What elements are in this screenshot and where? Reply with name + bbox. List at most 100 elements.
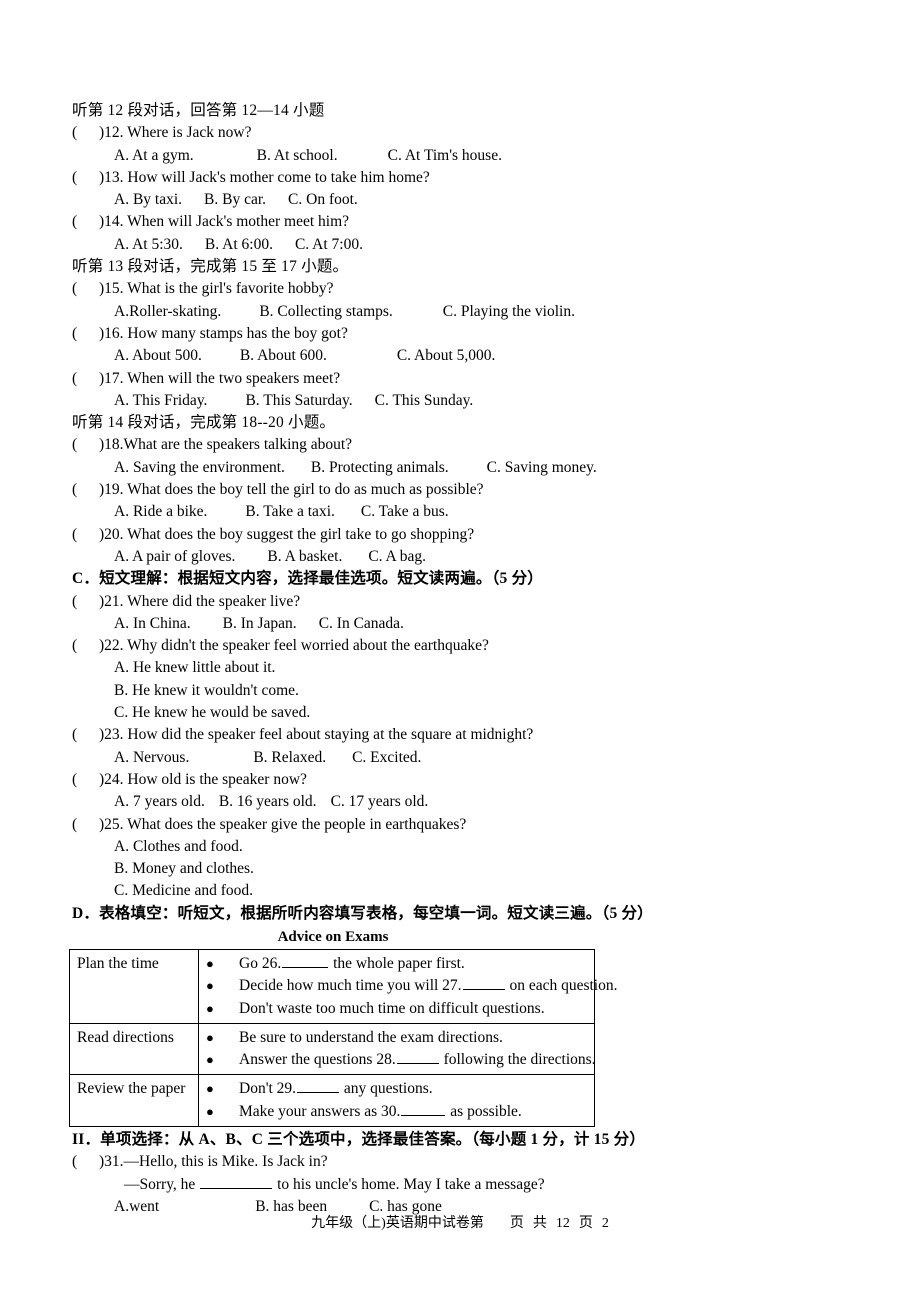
option-b[interactable]: B. By car. bbox=[182, 189, 266, 211]
option-a[interactable]: A. In China. bbox=[114, 613, 191, 635]
option-a[interactable]: A. By taxi. bbox=[114, 189, 182, 211]
item-text-before: Decide how much time you will 27. bbox=[239, 977, 462, 995]
question-14-stem: ()14. When will Jack's mother meet him? bbox=[72, 211, 862, 233]
question-23-options: A. Nervous. B. Relaxed. C. Excited. bbox=[72, 747, 862, 769]
option-a[interactable]: A. 7 years old. bbox=[114, 791, 205, 813]
option-b[interactable]: B. Protecting animals. bbox=[285, 457, 449, 479]
question-15-stem: ()15. What is the girl's favorite hobby? bbox=[72, 278, 862, 300]
row-items-read-directions: ● Be sure to understand the exam directio… bbox=[198, 1022, 596, 1076]
answer-blank-30[interactable] bbox=[401, 1101, 446, 1116]
question-25-option-b[interactable]: B. Money and clothes. bbox=[72, 858, 862, 880]
option-c[interactable]: C. A bag. bbox=[342, 546, 426, 568]
answer-paren-open: ( bbox=[72, 815, 78, 833]
option-c[interactable]: C. Take a bus. bbox=[335, 501, 449, 523]
option-c[interactable]: C. In Canada. bbox=[297, 613, 404, 635]
answer-blank-26[interactable] bbox=[282, 953, 329, 968]
item-text-after: following the directions. bbox=[439, 1051, 596, 1069]
item-text-after: on each question. bbox=[505, 977, 618, 995]
question-19-stem: ()19. What does the boy tell the girl to… bbox=[72, 479, 862, 501]
answer-paren-open: ( bbox=[72, 770, 78, 788]
bullet-icon: ● bbox=[206, 1000, 214, 1016]
option-b[interactable]: B. Collecting stamps. bbox=[221, 301, 392, 323]
question-22-option-c[interactable]: C. He knew he would be saved. bbox=[72, 702, 862, 724]
answer-paren-open: ( bbox=[72, 637, 78, 655]
question-15-options: A.Roller-skating. B. Collecting stamps. C.… bbox=[72, 301, 862, 323]
option-c[interactable]: C. 17 years old. bbox=[317, 791, 429, 813]
bullet-icon: ● bbox=[206, 1029, 214, 1045]
option-a[interactable]: A. Nervous. bbox=[114, 747, 189, 769]
option-c[interactable]: C. Saving money. bbox=[449, 457, 597, 479]
question-22-option-a[interactable]: A. He knew little about it. bbox=[72, 657, 862, 679]
bullet-icon: ● bbox=[206, 978, 214, 994]
option-a[interactable]: A. At a gym. bbox=[114, 145, 194, 167]
option-b[interactable]: B. In Japan. bbox=[191, 613, 297, 635]
option-c[interactable]: C. At 7:00. bbox=[273, 234, 363, 256]
question-14-options: A. At 5:30. B. At 6:00. C. At 7:00. bbox=[72, 234, 862, 256]
bullet-item: ● Go 26. the whole paper first. bbox=[199, 953, 594, 975]
question-20-options: A. A pair of gloves. B. A basket. C. A bag… bbox=[72, 546, 862, 568]
option-b[interactable]: B. This Saturday. bbox=[207, 390, 352, 412]
question-12-options: A. At a gym. B. At school. C. At Tim's hou… bbox=[72, 145, 862, 167]
option-a[interactable]: A. A pair of gloves. bbox=[114, 546, 235, 568]
option-b[interactable]: B. 16 years old. bbox=[205, 791, 317, 813]
question-17-stem: ()17. When will the two speakers meet? bbox=[72, 368, 862, 390]
question-13-stem: ()13. How will Jack's mother come to tak… bbox=[72, 167, 862, 189]
answer-paren-open: ( bbox=[72, 592, 78, 610]
bullet-icon: ● bbox=[206, 1103, 214, 1119]
row-items-review-the-paper: ● Don't 29. any questions. ● Make your ans… bbox=[198, 1074, 595, 1128]
answer-blank-31[interactable] bbox=[200, 1174, 273, 1189]
option-a[interactable]: A. This Friday. bbox=[114, 390, 207, 412]
line2-before: —Sorry, he bbox=[124, 1175, 200, 1193]
option-c[interactable]: C. At Tim's house. bbox=[338, 145, 502, 167]
answer-blank-29[interactable] bbox=[297, 1078, 340, 1094]
dialogue-14-heading: 听第 14 段对话，完成第 18--20 小题。 bbox=[72, 414, 336, 432]
option-c[interactable]: C. Playing the violin. bbox=[393, 301, 575, 323]
table-title: Advice on Exams bbox=[277, 928, 389, 945]
footer-page-label: 页 bbox=[509, 1216, 524, 1231]
question-22-option-b[interactable]: B. He knew it wouldn't come. bbox=[72, 680, 862, 702]
option-b[interactable]: B. A basket. bbox=[235, 546, 342, 568]
question-25-option-c[interactable]: C. Medicine and food. bbox=[72, 880, 862, 902]
footer-total-label: 共 bbox=[532, 1216, 547, 1231]
footer-prefix: 九年级（上)英语期中试卷第 bbox=[311, 1216, 484, 1231]
question-25-option-a[interactable]: A. Clothes and food. bbox=[72, 836, 862, 858]
question-18-options: A. Saving the environment. B. Protecting … bbox=[72, 457, 862, 479]
part-c-heading: C．短文理解：根据短文内容，选择最佳选项。短文读两遍。（5 分） bbox=[72, 570, 543, 588]
question-24-options: A. 7 years old. B. 16 years old. C. 17 yea… bbox=[72, 791, 862, 813]
item-text-before: Be sure to understand the exam direction… bbox=[239, 1028, 503, 1046]
option-c[interactable]: C. Excited. bbox=[326, 747, 421, 769]
option-c[interactable]: C. About 5,000. bbox=[327, 345, 496, 367]
answer-blank-27[interactable] bbox=[462, 975, 505, 991]
option-b[interactable]: B. Relaxed. bbox=[189, 747, 326, 769]
option-a[interactable]: A. At 5:30. bbox=[114, 234, 183, 256]
answer-paren-open: ( bbox=[72, 324, 78, 342]
bullet-icon: ● bbox=[206, 1052, 214, 1068]
answer-paren-open: ( bbox=[72, 369, 78, 387]
page-footer: 九年级（上)英语期中试卷第页共 12 页 2 bbox=[0, 1212, 920, 1232]
question-18-stem: ()18.What are the speakers talking about… bbox=[72, 434, 862, 456]
option-b[interactable]: B. At school. bbox=[194, 145, 338, 167]
item-text-before: Answer the questions 28. bbox=[239, 1051, 396, 1069]
option-a[interactable]: A. Ride a bike. bbox=[114, 501, 207, 523]
option-c[interactable]: C. On foot. bbox=[266, 189, 358, 211]
option-b[interactable]: B. Take a taxi. bbox=[207, 501, 334, 523]
item-text-before: Make your answers as 30. bbox=[239, 1102, 401, 1120]
answer-paren-open: ( bbox=[72, 168, 78, 186]
option-a[interactable]: A. About 500. bbox=[114, 345, 202, 367]
option-c[interactable]: C. This Sunday. bbox=[353, 390, 474, 412]
question-24-stem: ()24. How old is the speaker now? bbox=[72, 769, 862, 791]
part-d-heading: D．表格填空：听短文，根据所听内容填写表格，每空填一词。短文读三遍。（5 分） bbox=[72, 904, 653, 922]
dialogue-12-heading: 听第 12 段对话，回答第 12—14 小题 bbox=[72, 102, 325, 119]
question-21-stem: ()21. Where did the speaker live? bbox=[72, 591, 862, 613]
option-a[interactable]: A. Saving the environment. bbox=[114, 457, 285, 479]
question-23-stem: ()23. How did the speaker feel about sta… bbox=[72, 724, 862, 746]
option-b[interactable]: B. At 6:00. bbox=[183, 234, 273, 256]
answer-blank-28[interactable] bbox=[396, 1049, 439, 1065]
option-a[interactable]: A.Roller-skating. bbox=[114, 301, 221, 323]
question-12-stem: ()12. Where is Jack now? bbox=[72, 122, 862, 144]
answer-paren-open: ( bbox=[72, 436, 78, 454]
answer-paren-open: ( bbox=[72, 280, 78, 298]
item-text-before: Don't 29. bbox=[239, 1080, 297, 1098]
option-b[interactable]: B. About 600. bbox=[202, 345, 327, 367]
answer-paren-open: ( bbox=[72, 726, 78, 744]
